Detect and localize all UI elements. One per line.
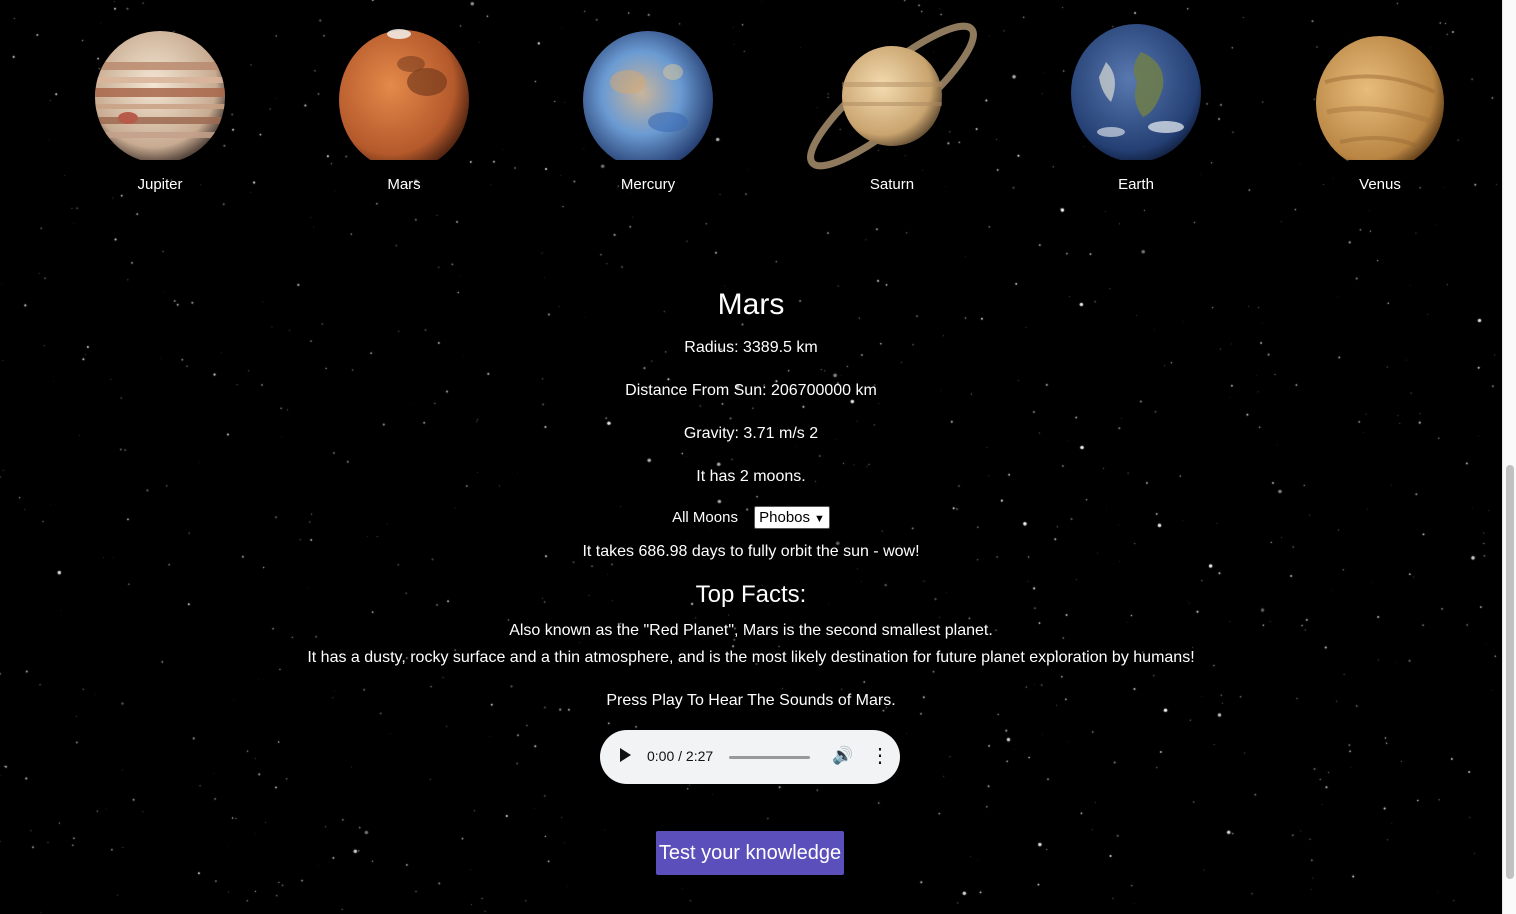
audio-progress-track[interactable]: [729, 756, 810, 759]
radius-text: Radius: 3389.5 km: [684, 339, 818, 356]
planet-card-jupiter[interactable]: Jupiter: [38, 14, 282, 204]
mercury-image: [583, 31, 713, 160]
top-facts-title: Top Facts:: [695, 581, 807, 608]
planet-name: Saturn: [869, 176, 915, 193]
moons-label: All Moons: [672, 509, 738, 526]
planet-card-earth[interactable]: Earth: [1014, 14, 1258, 204]
planet-card-venus[interactable]: Venus: [1258, 14, 1502, 204]
planet-page: Jupiter Mars Mercury Saturn Earth Venus …: [0, 0, 1502, 914]
moon-select[interactable]: Phobos ▼: [754, 506, 830, 529]
more-options-icon[interactable]: ⋮: [870, 744, 890, 768]
distance-text: Distance From Sun: 206700000 km: [625, 382, 877, 399]
scrollbar-thumb[interactable]: [1506, 465, 1514, 879]
planet-gallery: Jupiter Mars Mercury Saturn Earth Venus: [38, 14, 1502, 204]
planet-card-saturn[interactable]: Saturn: [770, 14, 1014, 204]
audio-time: 0:00 / 2:27: [647, 748, 714, 764]
earth-image: [1071, 24, 1201, 160]
planet-name: Venus: [1359, 176, 1401, 193]
fact-line: It has a dusty, rocky surface and a thin…: [307, 649, 1195, 666]
planet-name: Mercury: [620, 176, 676, 193]
planet-name: Jupiter: [137, 176, 183, 193]
mars-image: [339, 29, 469, 160]
scrollbar[interactable]: [1502, 0, 1516, 914]
moons-count-text: It has 2 moons.: [696, 468, 806, 485]
saturn-image: [807, 22, 977, 170]
chevron-down-icon: ▼: [814, 513, 825, 525]
fact-line: Also known as the "Red Planet", Mars is …: [509, 622, 993, 639]
planet-card-mars[interactable]: Mars: [282, 14, 526, 204]
planet-name: Mars: [387, 176, 421, 193]
play-icon[interactable]: [620, 748, 631, 762]
test-knowledge-button[interactable]: Test your knowledge: [656, 831, 844, 875]
jupiter-image: [95, 31, 225, 160]
planet-name: Earth: [1118, 176, 1154, 193]
audio-player: 0:00 / 2:27 🔊 ⋮: [600, 730, 900, 784]
volume-icon[interactable]: 🔊: [832, 746, 853, 766]
moon-select-value: Phobos: [759, 509, 810, 526]
moons-selector-row: All Moons Phobos ▼: [0, 506, 1502, 529]
venus-image: [1316, 36, 1444, 160]
planet-card-mercury[interactable]: Mercury: [526, 14, 770, 204]
planet-title: Mars: [717, 288, 785, 321]
gravity-text: Gravity: 3.71 m/s 2: [683, 425, 819, 442]
orbit-text: It takes 686.98 days to fully orbit the …: [582, 543, 920, 560]
sound-prompt: Press Play To Hear The Sounds of Mars.: [606, 692, 896, 709]
